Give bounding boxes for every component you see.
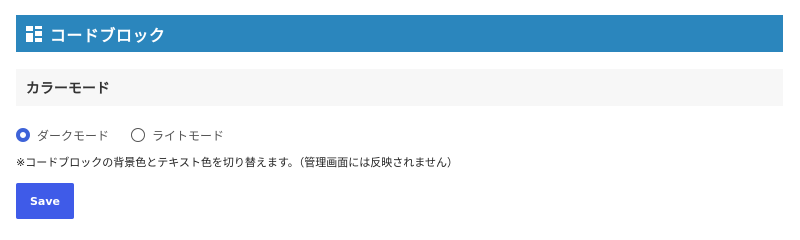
block-grid-icon	[26, 25, 42, 42]
section-header: カラーモード	[16, 69, 783, 106]
section-title: カラーモード	[26, 80, 110, 97]
radio-option-light-mode[interactable]: ライトモード	[131, 127, 224, 144]
save-button[interactable]: Save	[16, 183, 74, 219]
color-mode-radio-group: ダークモード ライトモード	[16, 126, 246, 144]
radio-label-light-mode: ライトモード	[152, 128, 225, 143]
page-title: コードブロック	[50, 25, 166, 45]
page-header: コードブロック	[16, 15, 783, 52]
radio-label-dark-mode: ダークモード	[37, 128, 110, 143]
help-text: ※コードブロックの背景色とテキスト色を切り替えます。（管理画面には反映されません…	[16, 156, 458, 169]
radio-unchecked-icon[interactable]	[131, 128, 146, 142]
radio-checked-icon[interactable]	[16, 128, 30, 142]
radio-option-dark-mode[interactable]: ダークモード	[16, 127, 109, 144]
